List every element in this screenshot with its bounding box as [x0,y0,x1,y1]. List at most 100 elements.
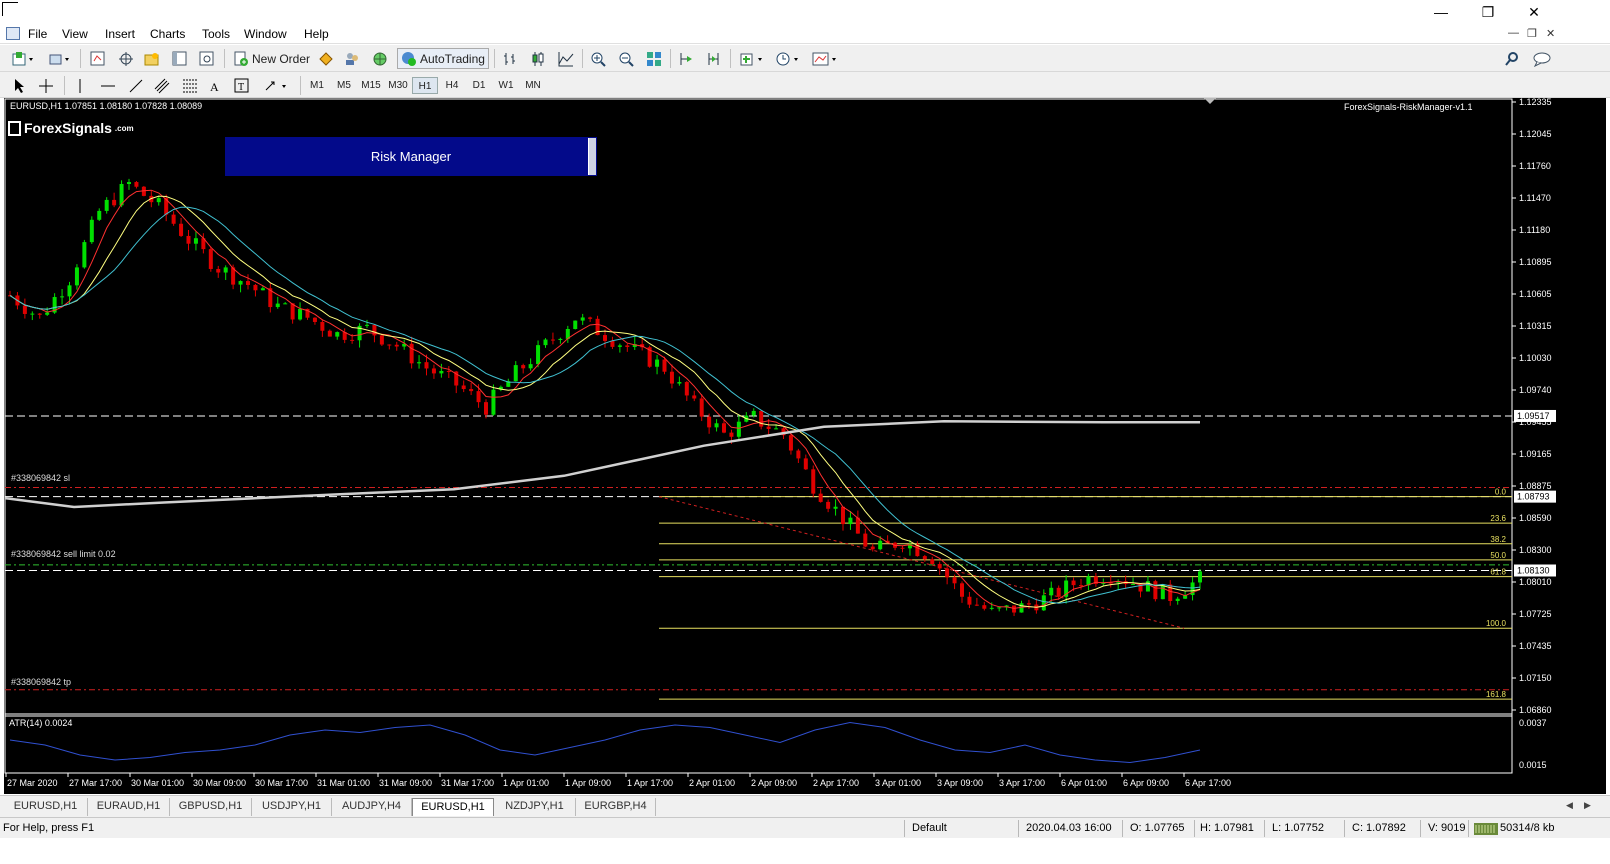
child-minimize-button[interactable]: — [1508,27,1519,39]
terminal-button[interactable] [170,49,190,68]
expert-advisor-label[interactable]: ForexSignals-RiskManager-v1.1 [1344,102,1473,112]
autotrading-button[interactable]: AutoTrading [397,48,489,69]
zoom-out-button[interactable] [616,49,636,68]
tab-eurgbp-h4[interactable]: EURGBP,H4 [576,798,656,816]
text-tool[interactable]: A [206,76,224,95]
market-button[interactable] [370,49,390,68]
text-label-icon: T [234,78,249,93]
tab-nzdjpy-h1[interactable]: NZDJPY,H1 [494,798,576,816]
fibo-level-label: 38.2 [1490,535,1506,544]
zoom-in-icon [591,52,606,67]
periods-button[interactable] [774,49,802,68]
risk-manager-collapse-handle[interactable] [588,138,596,175]
menu-tools[interactable]: Tools [202,26,230,42]
navigator-button[interactable] [142,49,162,68]
tab-scroll-left-icon[interactable]: ◀ [1566,800,1573,811]
menu-charts[interactable]: Charts [150,26,185,42]
bear-candle [550,339,555,341]
menu-help[interactable]: Help [304,26,329,42]
timeframe-d1[interactable]: D1 [466,77,492,94]
line-chart-button[interactable] [556,49,576,68]
trendline-tool[interactable] [126,76,146,95]
tab-euraud-h1[interactable]: EURAUD,H1 [88,798,170,816]
price-chart[interactable]: 1.12335 1.12045 1.11760 1.11470 1.11180 1.108… [4,98,1606,794]
time-axis-label: 2 Apr 01:00 [689,778,735,788]
status-help-text: For Help, press F1 [3,822,95,834]
clock-icon [776,52,798,65]
metaeditor-button[interactable] [316,49,336,68]
chart-window[interactable]: 1.12335 1.12045 1.11760 1.11470 1.11180 1.108… [4,98,1606,794]
timeframe-mn[interactable]: MN [520,77,546,94]
menu-insert[interactable]: Insert [105,26,135,42]
bear-candle [22,305,27,314]
menu-window[interactable]: Window [244,26,287,42]
fibonacci-tool[interactable] [180,76,200,95]
timeframe-m30[interactable]: M30 [385,77,411,94]
data-window-button[interactable] [116,49,136,68]
restore-window-button[interactable]: ❐ [1474,2,1502,22]
status-profile: Default [912,822,947,834]
signals-button[interactable] [342,49,362,68]
chat-button[interactable] [1530,49,1554,68]
zoom-in-button[interactable] [588,49,608,68]
templates-icon [812,52,836,65]
indicators-button[interactable] [738,49,766,68]
crosshair-tool[interactable] [36,76,56,95]
tab-usdjpy-h1[interactable]: USDJPY,H1 [252,798,332,816]
menu-file[interactable]: File [28,26,47,42]
timeframe-w1[interactable]: W1 [493,77,519,94]
tab-eurusd-h1-active[interactable]: EURUSD,H1 [412,798,494,816]
auto-scroll-button[interactable] [676,49,696,68]
folder-star-icon [144,52,159,65]
timeframe-h4[interactable]: H4 [439,77,465,94]
bear-candle [669,371,674,384]
cursor-tool[interactable] [10,76,28,95]
strategy-tester-button[interactable] [197,49,217,68]
status-traffic: 50314/8 kb [1500,822,1555,834]
bear-candle [922,556,927,560]
tab-scroll-right-icon[interactable]: ▶ [1584,800,1591,811]
tile-windows-button[interactable] [644,49,664,68]
equidistant-channel-tool[interactable] [152,76,172,95]
tab-eurusd-h1[interactable]: EURUSD,H1 [4,798,88,816]
tab-gbpusd-h1[interactable]: GBPUSD,H1 [170,798,252,816]
horizontal-line-tool[interactable] [98,76,118,95]
templates-button[interactable] [810,49,840,68]
arrows-tool[interactable] [262,76,292,95]
chart-shift-button[interactable] [704,49,724,68]
child-close-button[interactable]: ✕ [1546,27,1555,40]
close-window-button[interactable]: ✕ [1520,2,1548,22]
text-label-tool[interactable]: T [232,76,252,95]
timeframe-m15[interactable]: M15 [358,77,384,94]
time-axis-label: 3 Apr 01:00 [875,778,921,788]
status-datetime: 2020.04.03 16:00 [1026,822,1112,834]
candlestick-button[interactable] [528,49,548,68]
bull-candle [774,428,779,430]
new-chart-button[interactable] [10,49,36,68]
profiles-button[interactable] [46,49,72,68]
vertical-line-tool[interactable] [72,76,88,95]
price-axis-label: 1.07725 [1519,609,1552,619]
timeframe-m1[interactable]: M1 [304,77,330,94]
bull-candle [1175,598,1180,602]
bull-candle [127,182,131,185]
bull-candle [193,238,198,244]
bar-chart-button[interactable] [500,49,520,68]
timeframe-m5[interactable]: M5 [331,77,357,94]
minimize-window-button[interactable]: — [1427,2,1455,22]
bear-candle [982,605,987,609]
risk-manager-button[interactable]: Risk Manager [225,137,597,176]
timeframe-h1[interactable]: H1 [412,77,438,94]
time-axis-label: 27 Mar 2020 [7,778,58,788]
chart-window-icon[interactable] [6,27,20,40]
search-button[interactable] [1502,49,1522,68]
child-restore-button[interactable]: ❐ [1527,27,1537,40]
market-watch-button[interactable] [88,49,108,68]
new-order-button[interactable]: New Order [230,49,313,68]
bear-candle [216,268,221,273]
bear-candle [1026,603,1031,605]
tile-windows-icon [647,51,661,66]
tab-audjpy-h4[interactable]: AUDJPY,H4 [332,798,412,816]
bull-candle [1198,571,1202,583]
menu-view[interactable]: View [62,26,88,42]
